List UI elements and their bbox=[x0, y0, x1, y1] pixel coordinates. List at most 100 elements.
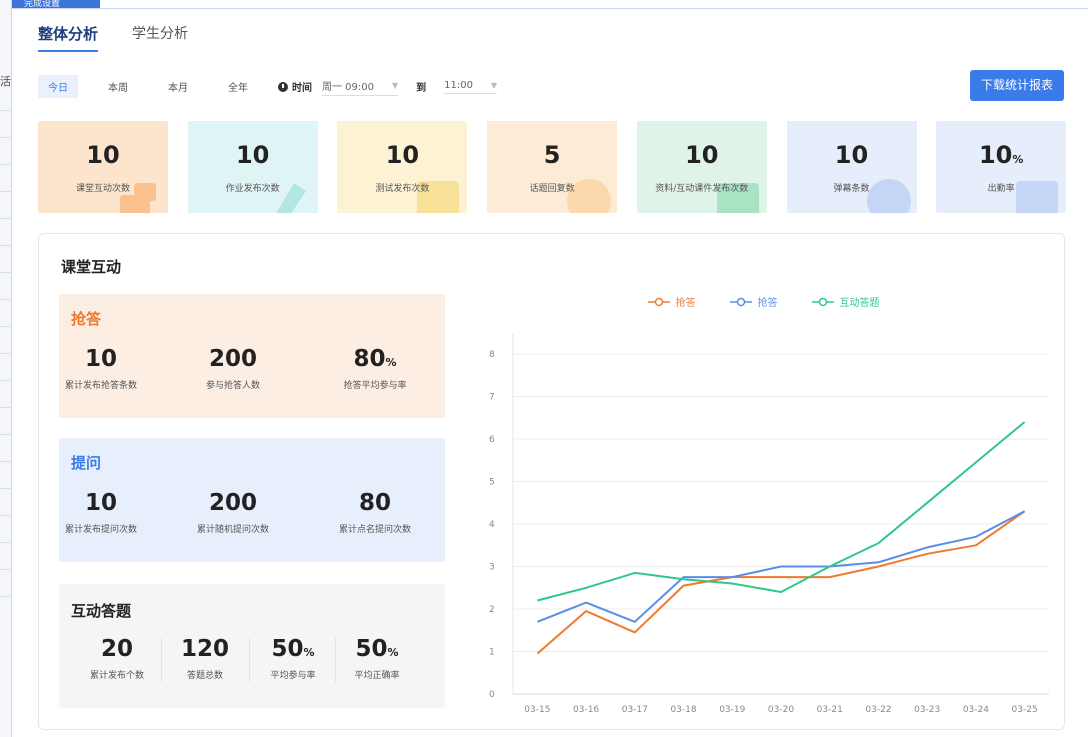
background-sidebar bbox=[0, 0, 12, 737]
stat-card-label: 出勤率 bbox=[987, 184, 1015, 194]
tiwen-box: 提问 10 累计发布提问次数 200 累计随机提问次数 80 累计点名提问次数 bbox=[59, 438, 445, 562]
stat-card-value: 10 bbox=[637, 141, 767, 169]
tiwen-stat-number: 10 bbox=[84, 490, 117, 516]
start-time-select[interactable]: 周一 09:00 ▼ bbox=[322, 78, 399, 96]
legend-label: 抢答 bbox=[757, 298, 778, 309]
dati-stat-unit: % bbox=[303, 646, 315, 659]
dati-stat: 20 累计发布个数 bbox=[72, 636, 162, 681]
time-filter-bar: 今日 本周 本月 全年 时间 周一 09:00 ▼ 到 11:00 ▼ bbox=[38, 75, 515, 98]
x-tick-label: 03-18 bbox=[670, 705, 696, 715]
background-row-line bbox=[0, 434, 12, 435]
analysis-tabs: 整体分析 学生分析 bbox=[38, 23, 188, 52]
dati-stat-label: 平均正确率 bbox=[354, 671, 400, 681]
download-report-button[interactable]: 下载统计报表 bbox=[970, 70, 1064, 101]
range-today-button[interactable]: 今日 bbox=[38, 75, 78, 98]
background-row-line bbox=[0, 110, 12, 111]
background-row-line bbox=[0, 272, 12, 273]
tiwen-stat-value: 200 bbox=[188, 490, 278, 516]
qiangda-stat-label: 累计发布抢答条数 bbox=[64, 381, 137, 391]
classroom-interaction-section: 课堂互动 抢答 10 累计发布抢答条数 200 参与抢答人数 80% 抢答平均参与率 提问… bbox=[38, 233, 1065, 730]
stat-card: 10 测试发布次数 bbox=[337, 121, 468, 213]
background-side-text: 活 bbox=[0, 75, 11, 88]
legend-label: 抢答 bbox=[675, 298, 696, 309]
background-row-line bbox=[0, 515, 12, 516]
dati-title: 互动答题 bbox=[71, 602, 132, 620]
stat-card-number: 10 bbox=[685, 141, 719, 169]
chevron-down-icon: ▼ bbox=[490, 80, 498, 90]
legend-item[interactable]: 互动答题 bbox=[811, 294, 880, 309]
dati-stat-unit: % bbox=[387, 646, 399, 659]
y-tick-label: 4 bbox=[489, 520, 495, 530]
dati-stat-label: 答题总数 bbox=[186, 671, 223, 681]
x-tick-label: 03-23 bbox=[914, 705, 940, 715]
tiwen-stat-value: 80 bbox=[330, 490, 420, 516]
qiangda-stat: 10 累计发布抢答条数 bbox=[56, 346, 146, 391]
stat-card-number: 10 bbox=[235, 141, 270, 169]
end-time-select[interactable]: 11:00 ▼ bbox=[444, 79, 498, 94]
qiangda-stat: 80% 抢答平均参与率 bbox=[330, 346, 420, 391]
background-row-line bbox=[0, 461, 12, 462]
stat-card-unit: % bbox=[1012, 153, 1024, 166]
end-time-value: 11:00 bbox=[444, 79, 473, 91]
stat-card-number: 10 bbox=[86, 141, 120, 169]
legend-marker-icon bbox=[811, 297, 834, 306]
background-row-line bbox=[0, 164, 12, 165]
stat-card: 10 作业发布次数 bbox=[187, 121, 318, 213]
stat-card: 10 弹幕条数 bbox=[786, 121, 917, 213]
chart-plot: 0 1 2 3 4 5 6 7 8 03-15 03-16 03-17 03-18 03-19 03-20 0… bbox=[489, 334, 1049, 715]
tiwen-stat: 80 累计点名提问次数 bbox=[330, 490, 420, 535]
y-tick-label: 1 bbox=[489, 648, 495, 658]
start-time-value: 周一 09:00 bbox=[322, 81, 374, 93]
dati-stat-value: 20 bbox=[72, 636, 162, 662]
stat-card-label: 弹幕条数 bbox=[833, 184, 870, 194]
tiwen-stat-number: 80 bbox=[358, 490, 391, 516]
range-week-button[interactable]: 本周 bbox=[98, 75, 138, 98]
stat-card-value: 10 bbox=[38, 141, 168, 169]
x-tick-label: 03-19 bbox=[719, 705, 745, 715]
time-label-text: 时间 bbox=[292, 83, 312, 94]
stat-card-number: 10 bbox=[978, 141, 1013, 169]
qiangda-stat-label: 参与抢答人数 bbox=[205, 381, 260, 391]
range-month-button[interactable]: 本月 bbox=[158, 75, 198, 98]
stat-card-value: 10 bbox=[188, 141, 318, 169]
interaction-line-chart: 抢答 抢答 互动答题 0 1 2 3 4 5 6 7 8 03-15 03-16 03-17 03-18 03… bbox=[471, 284, 1056, 724]
tab-overall-analysis[interactable]: 整体分析 bbox=[38, 23, 99, 52]
qiangda-box: 抢答 10 累计发布抢答条数 200 参与抢答人数 80% 抢答平均参与率 bbox=[59, 294, 445, 418]
legend-marker-icon bbox=[729, 297, 752, 306]
x-tick-label: 03-16 bbox=[573, 705, 599, 715]
dati-stat-label: 累计发布个数 bbox=[89, 671, 144, 681]
qiangda-stat: 200 参与抢答人数 bbox=[188, 346, 278, 391]
background-row-line bbox=[0, 137, 12, 138]
legend-item[interactable]: 抢答 bbox=[729, 294, 778, 309]
background-row-line bbox=[0, 299, 12, 300]
legend-item[interactable]: 抢答 bbox=[647, 294, 696, 309]
section-title: 课堂互动 bbox=[61, 258, 122, 276]
dati-stat-label: 平均参与率 bbox=[270, 671, 316, 681]
stat-card-label: 课堂互动次数 bbox=[75, 184, 130, 194]
y-tick-label: 0 bbox=[489, 690, 495, 700]
chevron-down-icon: ▼ bbox=[392, 80, 399, 90]
stat-card: 5 话题回复数 bbox=[487, 121, 618, 213]
qiangda-stat-unit: % bbox=[385, 356, 397, 369]
stat-card-number: 5 bbox=[543, 141, 561, 169]
dati-stat-number: 50 bbox=[355, 636, 388, 662]
background-row-line bbox=[0, 326, 12, 327]
stat-card-label: 话题回复数 bbox=[529, 184, 575, 194]
background-row-line bbox=[0, 353, 12, 354]
range-year-button[interactable]: 全年 bbox=[218, 75, 258, 98]
tiwen-title: 提问 bbox=[71, 454, 102, 472]
qiangda-stat-value: 10 bbox=[56, 346, 146, 372]
x-tick-label: 03-21 bbox=[817, 705, 843, 715]
y-tick-label: 6 bbox=[489, 435, 495, 445]
x-tick-label: 03-24 bbox=[963, 705, 989, 715]
dati-stat-value: 50% bbox=[332, 636, 422, 662]
clock-icon bbox=[278, 81, 288, 92]
y-tick-label: 8 bbox=[489, 350, 495, 360]
tab-student-analysis[interactable]: 学生分析 bbox=[132, 23, 188, 52]
stat-card-label: 作业发布次数 bbox=[225, 184, 280, 194]
legend-marker-icon bbox=[647, 297, 670, 306]
qiangda-stat-number: 10 bbox=[84, 346, 117, 372]
qiangda-stat-number: 200 bbox=[208, 346, 257, 372]
qiangda-stat-number: 80 bbox=[353, 346, 386, 372]
x-tick-label: 03-22 bbox=[865, 705, 891, 715]
